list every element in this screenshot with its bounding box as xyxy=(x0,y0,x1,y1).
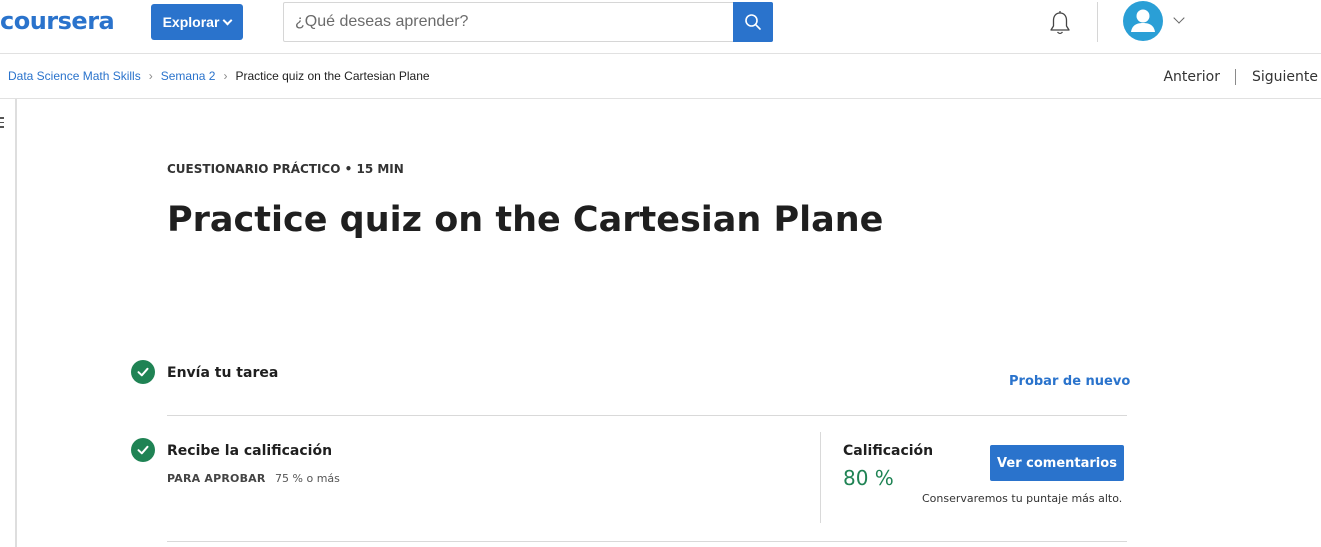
grade-label: Calificación xyxy=(843,443,934,459)
grade-value: 80 % xyxy=(843,466,894,490)
menu-icon[interactable] xyxy=(0,117,4,131)
highest-score-note: Conservaremos tu puntaje más alto. xyxy=(922,492,1123,505)
grade-divider xyxy=(820,432,821,523)
page-title: Practice quiz on the Cartesian Plane xyxy=(167,200,884,240)
next-link[interactable]: Siguiente xyxy=(1252,69,1318,85)
breadcrumb-course[interactable]: Data Science Math Skills xyxy=(8,69,141,83)
collapsed-sidebar xyxy=(0,99,17,547)
chevron-right-icon: › xyxy=(223,69,228,83)
search-button[interactable] xyxy=(733,2,773,42)
checkmark-icon xyxy=(131,438,155,462)
chevron-down-icon xyxy=(222,15,233,25)
chevron-right-icon: › xyxy=(148,69,153,83)
step-submit-title: Envía tu tarea xyxy=(167,365,279,381)
item-navigation: Anterior Siguiente xyxy=(1163,69,1318,85)
breadcrumb-week[interactable]: Semana 2 xyxy=(161,69,216,83)
pass-label: PARA APROBAR xyxy=(167,472,266,485)
nav-separator xyxy=(1234,69,1236,85)
search-input[interactable] xyxy=(284,3,734,41)
coursera-logo[interactable]: coursera xyxy=(0,6,115,36)
checkmark-icon xyxy=(131,360,155,384)
passing-requirement: PARA APROBAR 75 % o más xyxy=(167,472,340,485)
breadcrumb-bar: Data Science Math Skills › Semana 2 › Pr… xyxy=(0,54,1321,99)
header-divider xyxy=(1097,2,1098,42)
explore-button[interactable]: Explorar xyxy=(151,4,243,40)
pass-value: 75 % o más xyxy=(275,472,340,485)
search-icon xyxy=(745,14,761,30)
top-navigation-bar: coursera Explorar xyxy=(0,0,1321,54)
section-divider xyxy=(167,415,1127,416)
explore-button-label: Explorar xyxy=(162,14,220,30)
quiz-eyebrow: CUESTIONARIO PRÁCTICO • 15 MIN xyxy=(167,162,404,176)
bell-icon xyxy=(1050,11,1070,35)
user-avatar-icon xyxy=(1131,9,1155,32)
previous-link[interactable]: Anterior xyxy=(1163,69,1220,85)
chevron-down-icon[interactable] xyxy=(1173,12,1185,24)
user-avatar[interactable] xyxy=(1123,1,1163,41)
breadcrumb-current: Practice quiz on the Cartesian Plane xyxy=(235,69,430,83)
section-divider xyxy=(167,541,1127,542)
breadcrumb: Data Science Math Skills › Semana 2 › Pr… xyxy=(8,69,430,83)
view-feedback-button[interactable]: Ver comentarios xyxy=(990,445,1124,481)
search-bar xyxy=(283,2,773,42)
step-grade-title: Recibe la calificación xyxy=(167,443,333,459)
notifications-button[interactable] xyxy=(1046,9,1074,37)
retry-link[interactable]: Probar de nuevo xyxy=(1009,374,1130,389)
